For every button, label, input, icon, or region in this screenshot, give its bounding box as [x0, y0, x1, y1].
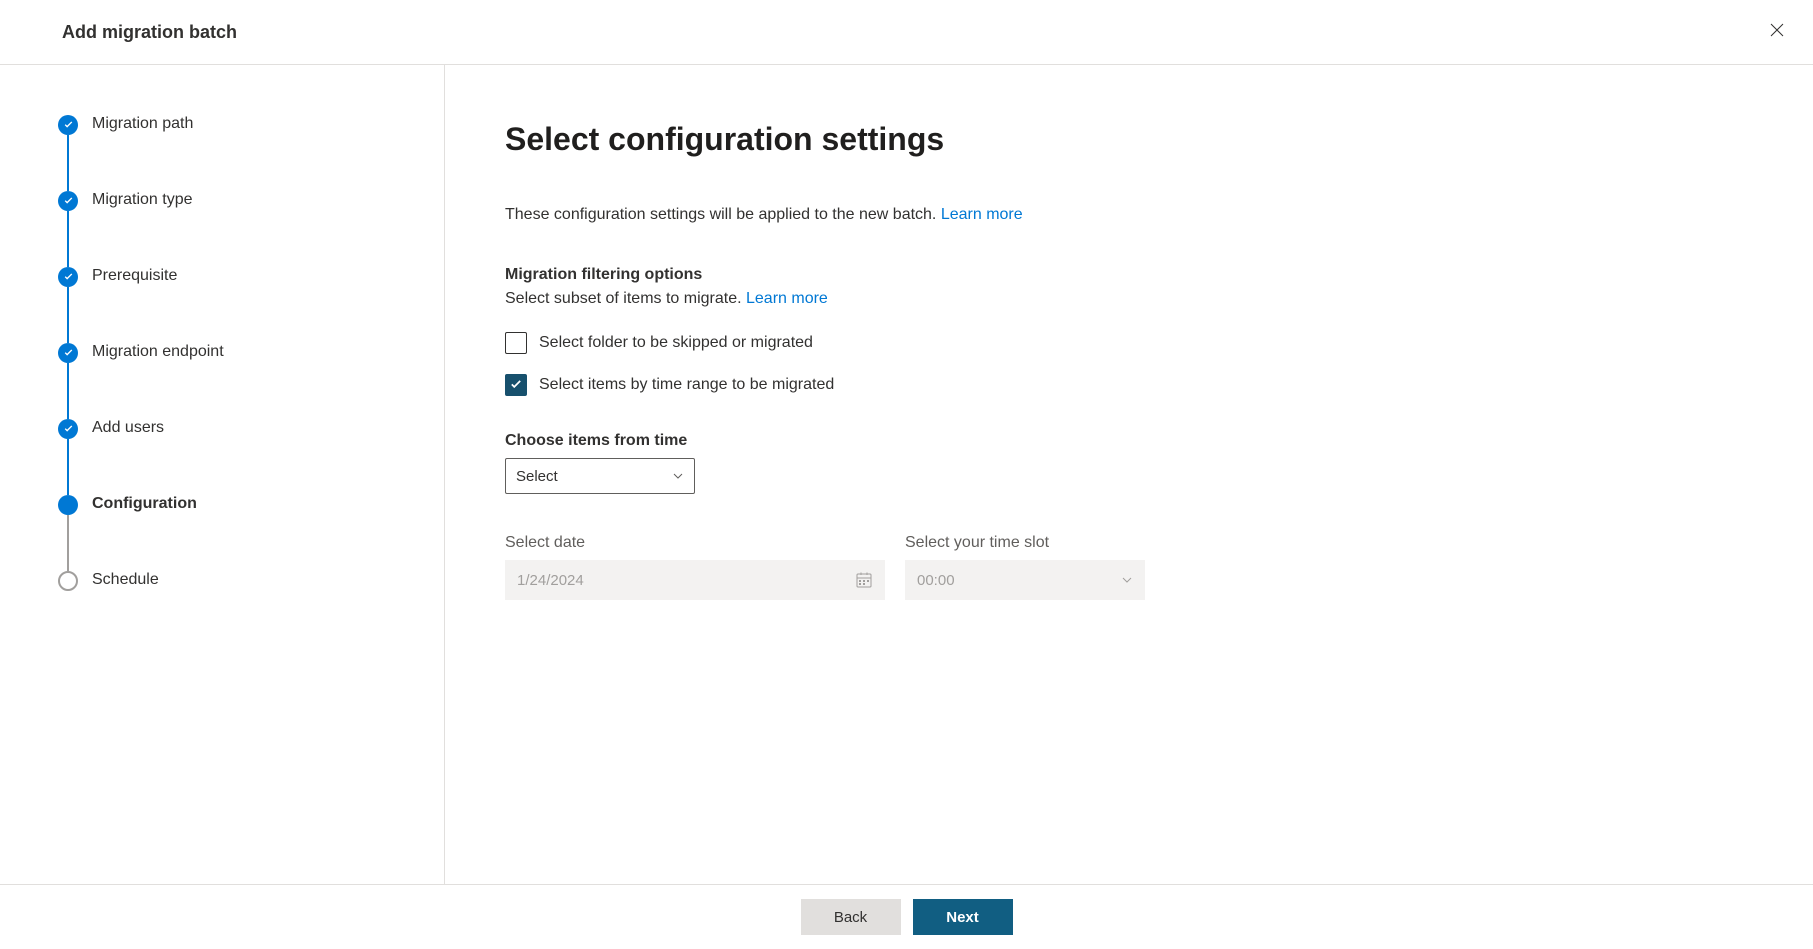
page-title: Select configuration settings	[505, 121, 1753, 158]
time-select-group: Choose items from time Select	[505, 432, 1753, 494]
current-step-icon	[58, 495, 78, 515]
timeslot-column: Select your time slot 00:00	[905, 534, 1145, 600]
time-select-dropdown[interactable]: Select	[505, 458, 695, 494]
check-icon	[58, 267, 78, 287]
close-button[interactable]	[1765, 18, 1789, 46]
timeslot-input: 00:00	[905, 560, 1145, 600]
step-schedule[interactable]: Schedule	[58, 571, 404, 591]
step-migration-type[interactable]: Migration type	[58, 191, 404, 267]
check-icon	[58, 115, 78, 135]
date-value: 1/24/2024	[517, 572, 584, 589]
date-input: 1/24/2024	[505, 560, 885, 600]
learn-more-link[interactable]: Learn more	[941, 206, 1023, 223]
filtering-subtitle: Select subset of items to migrate. Learn…	[505, 290, 1753, 308]
step-label: Schedule	[92, 571, 159, 589]
timeslot-value: 00:00	[917, 572, 955, 589]
next-button[interactable]: Next	[913, 899, 1013, 935]
close-icon	[1769, 22, 1785, 38]
chevron-down-icon	[1121, 574, 1133, 586]
time-select-label: Choose items from time	[505, 432, 1753, 450]
step-label: Migration path	[92, 115, 193, 133]
check-icon	[58, 343, 78, 363]
step-label: Configuration	[92, 495, 197, 513]
checkbox-time-option[interactable]: Select items by time range to be migrate…	[505, 374, 1753, 396]
header-title: Add migration batch	[62, 22, 237, 43]
body: Migration path Migration type Prerequisi…	[0, 65, 1813, 884]
date-time-row: Select date 1/24/2024	[505, 534, 1753, 600]
step-label: Migration type	[92, 191, 193, 209]
step-migration-endpoint[interactable]: Migration endpoint	[58, 343, 404, 419]
footer: Back Next	[0, 884, 1813, 949]
pending-step-icon	[58, 571, 78, 591]
checkbox-folder-label: Select folder to be skipped or migrated	[539, 334, 813, 352]
sidebar: Migration path Migration type Prerequisi…	[0, 65, 445, 884]
main-content: Select configuration settings These conf…	[445, 65, 1813, 884]
header: Add migration batch	[0, 0, 1813, 65]
step-migration-path[interactable]: Migration path	[58, 115, 404, 191]
step-add-users[interactable]: Add users	[58, 419, 404, 495]
time-select-value: Select	[516, 468, 558, 485]
learn-more-filtering-link[interactable]: Learn more	[746, 290, 828, 307]
step-list: Migration path Migration type Prerequisi…	[58, 115, 404, 591]
check-icon	[58, 191, 78, 211]
timeslot-label: Select your time slot	[905, 534, 1145, 552]
step-label: Add users	[92, 419, 164, 437]
checkbox-time-label: Select items by time range to be migrate…	[539, 376, 834, 394]
step-prerequisite[interactable]: Prerequisite	[58, 267, 404, 343]
step-label: Migration endpoint	[92, 343, 224, 361]
chevron-down-icon	[672, 470, 684, 482]
calendar-icon	[855, 571, 873, 589]
step-configuration[interactable]: Configuration	[58, 495, 404, 571]
filtering-title: Migration filtering options	[505, 266, 1753, 284]
checkbox-folder-option[interactable]: Select folder to be skipped or migrated	[505, 332, 1753, 354]
date-column: Select date 1/24/2024	[505, 534, 885, 600]
date-label: Select date	[505, 534, 885, 552]
check-icon	[58, 419, 78, 439]
checkbox-checked-icon	[505, 374, 527, 396]
checkbox-unchecked-icon	[505, 332, 527, 354]
step-label: Prerequisite	[92, 267, 177, 285]
page-description: These configuration settings will be app…	[505, 206, 1753, 224]
back-button[interactable]: Back	[801, 899, 901, 935]
